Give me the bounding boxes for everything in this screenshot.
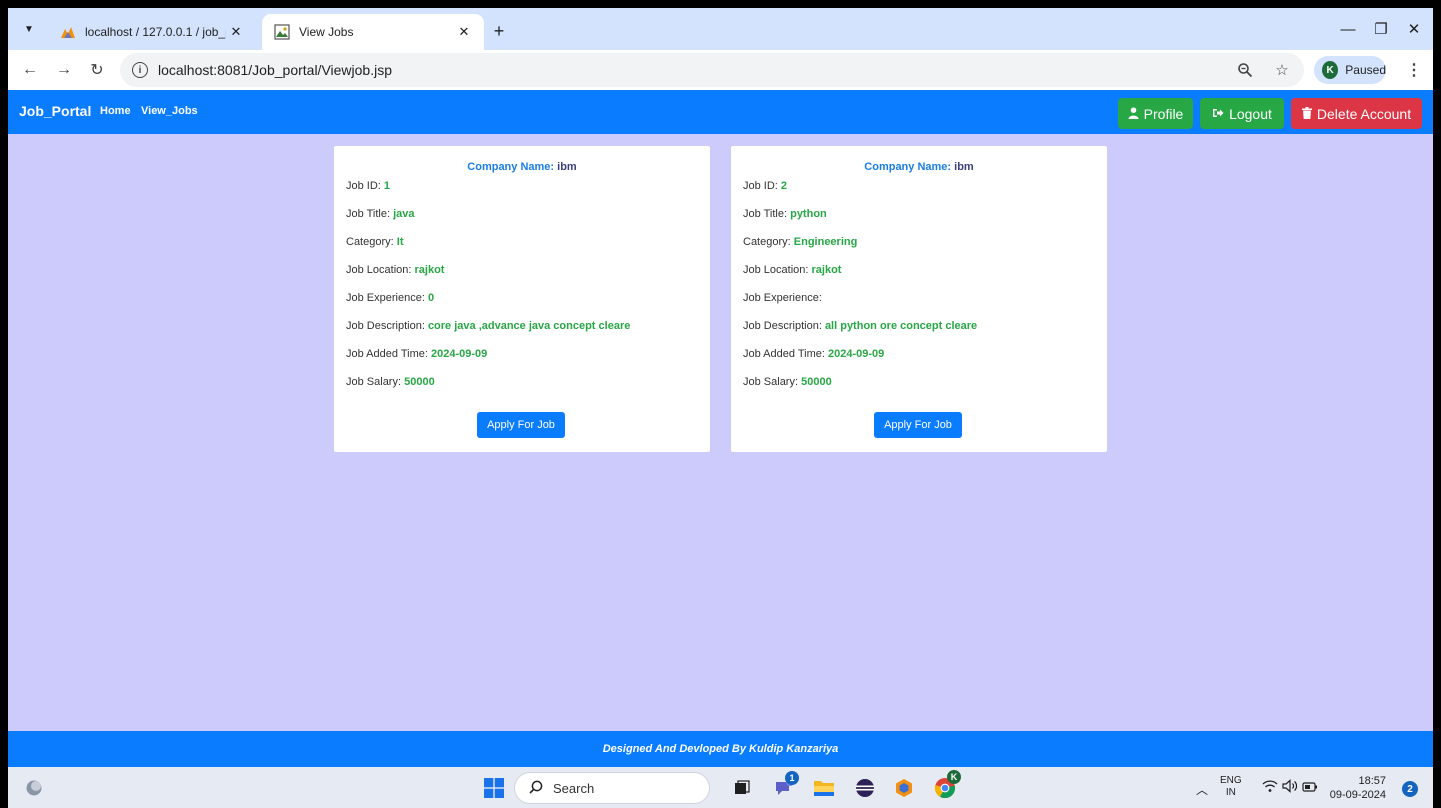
tab-phpmyadmin[interactable]: localhost / 127.0.0.1 / job_porta ✕	[48, 14, 256, 50]
job-added-time: Job Added Time: 2024-09-09	[346, 348, 488, 360]
logout-button[interactable]: Logout	[1200, 98, 1284, 129]
image-favicon-icon	[274, 24, 290, 40]
job-location: Job Location: rajkot	[346, 264, 445, 276]
job-card: Company Name: ibm Job ID: 2 Job Title: p…	[731, 146, 1107, 452]
search-placeholder: Search	[553, 780, 595, 796]
taskbar-search-box[interactable]: Search	[514, 772, 710, 804]
tab-view-jobs[interactable]: View Jobs ✕	[262, 14, 484, 50]
profile-button-label: Profile	[1143, 105, 1184, 122]
volume-icon[interactable]	[1282, 779, 1298, 798]
job-description: Job Description: core java ,advance java…	[346, 320, 631, 332]
close-icon[interactable]: ✕	[454, 22, 474, 42]
job-id: Job ID: 2	[743, 180, 788, 192]
trash-icon	[1301, 106, 1312, 122]
job-experience: Job Experience:	[743, 292, 822, 304]
company-name: Company Name: ibm	[467, 161, 577, 173]
battery-icon[interactable]	[1302, 780, 1318, 798]
profile-button[interactable]: Profile	[1118, 98, 1193, 129]
new-tab-button[interactable]: +	[488, 20, 510, 42]
job-salary: Job Salary: 50000	[743, 376, 832, 388]
site-navbar: Job_Portal Home View_Jobs Profile Logout	[8, 90, 1433, 134]
clock-date: 09-09-2024	[1329, 789, 1386, 801]
teams-badge: 1	[785, 771, 799, 785]
notification-badge[interactable]: 2	[1402, 781, 1418, 797]
forward-arrow-icon[interactable]: →	[52, 58, 76, 82]
widgets-icon[interactable]	[22, 776, 46, 800]
job-title: Job Title: python	[743, 208, 827, 220]
bookmark-star-icon[interactable]: ☆	[1270, 58, 1294, 82]
tab-title: localhost / 127.0.0.1 / job_porta	[85, 25, 226, 39]
nav-link-home[interactable]: Home	[100, 105, 131, 117]
browser-menu-icon[interactable]: ⋮	[1404, 58, 1424, 82]
job-category: Category: Engineering	[743, 236, 858, 248]
language-indicator[interactable]: ENG IN	[1220, 775, 1242, 799]
job-experience: Job Experience: 0	[346, 292, 435, 304]
user-icon	[1128, 106, 1139, 122]
address-bar[interactable]: i localhost:8081/Job_portal/Viewjob.jsp	[120, 53, 1304, 87]
job-id: Job ID: 1	[346, 180, 391, 192]
eclipse-ide-icon[interactable]	[853, 776, 877, 800]
job-card: Company Name: ibm Job ID: 1 Job Title: j…	[334, 146, 710, 452]
profile-chip[interactable]: K Paused	[1314, 56, 1386, 84]
job-category: Category: It	[346, 236, 404, 248]
profile-status: Paused	[1345, 63, 1386, 77]
job-salary: Job Salary: 50000	[346, 376, 435, 388]
job-title: Job Title: java	[346, 208, 415, 220]
chrome-icon[interactable]: K	[933, 770, 961, 800]
footer-credit: Designed And Devloped By Kuldip Kanzariy…	[602, 743, 839, 755]
screen: ▼ localhost / 127.0.0.1 / job_porta ✕ Vi…	[8, 8, 1433, 808]
zoom-icon[interactable]	[1233, 58, 1257, 82]
logout-button-label: Logout	[1229, 105, 1272, 122]
wifi-icon[interactable]	[1262, 779, 1278, 796]
clock[interactable]: 18:57 09-09-2024	[1326, 774, 1386, 802]
phpmyadmin-favicon-icon	[60, 24, 76, 40]
job-location: Job Location: rajkot	[743, 264, 842, 276]
page-content: Job_Portal Home View_Jobs Profile Logout	[8, 90, 1433, 767]
clock-time: 18:57	[1358, 775, 1386, 787]
avatar: K	[1322, 61, 1339, 79]
browser-tab-bar: ▼ localhost / 127.0.0.1 / job_porta ✕ Vi…	[8, 8, 1433, 50]
browser-toolbar: ← → ↻ i localhost:8081/Job_portal/Viewjo…	[8, 50, 1433, 90]
tray-chevron-icon[interactable]: ︿	[1196, 781, 1208, 798]
job-added-time: Job Added Time: 2024-09-09	[743, 348, 885, 360]
restore-icon[interactable]: ❐	[1370, 18, 1392, 40]
minimize-icon[interactable]: —	[1337, 18, 1359, 40]
windows-taskbar: Search 1 K ︿ ENG IN 18:57 09-09-2024 2	[8, 767, 1433, 808]
teams-chat-icon[interactable]: 1	[772, 771, 799, 800]
sign-out-icon	[1212, 106, 1224, 122]
brand-link[interactable]: Job_Portal	[19, 103, 91, 119]
url-text: localhost:8081/Job_portal/Viewjob.jsp	[158, 62, 393, 78]
company-name: Company Name: ibm	[864, 161, 974, 173]
back-arrow-icon[interactable]: ←	[18, 58, 42, 82]
search-icon	[529, 780, 543, 797]
reload-icon[interactable]: ↻	[85, 58, 109, 82]
vscode-like-app-icon[interactable]	[892, 776, 916, 800]
window-close-icon[interactable]: ✕	[1403, 18, 1425, 40]
job-description: Job Description: all python ore concept …	[743, 320, 978, 332]
apply-for-job-button[interactable]: Apply For Job	[874, 412, 962, 438]
file-explorer-icon[interactable]	[812, 776, 836, 800]
site-info-icon[interactable]: i	[132, 62, 148, 78]
apply-for-job-button[interactable]: Apply For Job	[477, 412, 565, 438]
nav-link-view-jobs[interactable]: View_Jobs	[141, 105, 198, 117]
tab-title: View Jobs	[299, 25, 354, 39]
delete-account-button[interactable]: Delete Account	[1291, 98, 1422, 129]
windows-start-icon[interactable]	[482, 776, 506, 800]
delete-account-label: Delete Account	[1316, 105, 1412, 122]
task-view-icon[interactable]	[730, 776, 754, 800]
close-icon[interactable]: ✕	[226, 22, 246, 42]
site-footer: Designed And Devloped By Kuldip Kanzariy…	[8, 731, 1433, 767]
chrome-profile-badge: K	[947, 770, 961, 784]
tab-search-chevron-icon[interactable]: ▼	[18, 18, 40, 40]
